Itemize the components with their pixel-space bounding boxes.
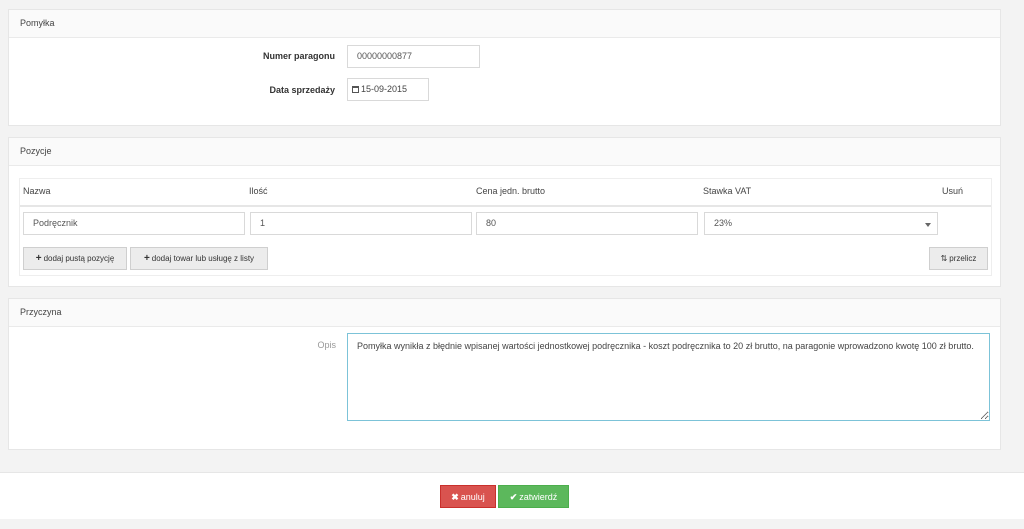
plus-icon: + [35,253,42,264]
x-icon: ✖ [451,492,459,502]
item-price-input[interactable]: 80 [476,212,698,235]
col-qty-header: Ilość [249,186,268,196]
items-table-header-divider [20,205,991,207]
item-name-input[interactable]: Podręcznik [23,212,245,235]
col-remove-header: Usuń [942,186,964,196]
add-empty-item-button[interactable]: + dodaj pustą pozycję [23,247,127,270]
col-vat-header: Stawka VAT [703,186,752,196]
mistake-panel: Pomyłka Numer paragonu 00000000877 Data … [8,9,1001,126]
add-from-list-label: dodaj towar lub usługę z listy [151,254,255,263]
mistake-panel-title: Pomyłka [9,10,1000,38]
receipt-number-label: Numer paragonu [262,51,335,61]
chevron-down-icon [925,223,931,227]
confirm-label: zatwierdź [519,492,558,502]
item-qty-input[interactable]: 1 [250,212,472,235]
col-price-header: Cena jedn. brutto [476,186,546,196]
reason-panel: Przyczyna Opis Pomyłka wynikła z błędnie… [8,298,1001,450]
cancel-label: anuluj [460,492,485,502]
item-vat-select[interactable]: 23% [704,212,938,235]
item-vat-value: 23% [714,218,733,228]
cancel-button[interactable]: ✖ anuluj [440,485,496,508]
add-empty-item-label: dodaj pustą pozycję [43,254,115,263]
sale-date-input[interactable]: 15-09-2015 [347,78,429,101]
refresh-icon: ⇅ [940,254,948,263]
plus-icon: + [143,253,150,264]
items-panel: Pozycje Nazwa Ilość Cena jedn. brutto St… [8,137,1001,287]
col-name-header: Nazwa [23,186,51,196]
description-textarea[interactable]: Pomyłka wynikła z błędnie wpisanej warto… [347,333,990,421]
calendar-icon [352,86,359,93]
items-panel-title: Pozycje [9,138,1000,166]
recalculate-button[interactable]: ⇅ przelicz [929,247,988,270]
reason-panel-title: Przyczyna [9,299,1000,327]
description-label: Opis [317,340,336,350]
recalculate-label: przelicz [949,254,977,263]
receipt-number-input[interactable]: 00000000877 [347,45,480,68]
sale-date-value: 15-09-2015 [361,84,408,94]
add-from-list-button[interactable]: + dodaj towar lub usługę z listy [130,247,268,270]
check-icon: ✔ [509,492,518,502]
sale-date-label: Data sprzedaży [269,85,335,95]
confirm-button[interactable]: ✔ zatwierdź [498,485,569,508]
